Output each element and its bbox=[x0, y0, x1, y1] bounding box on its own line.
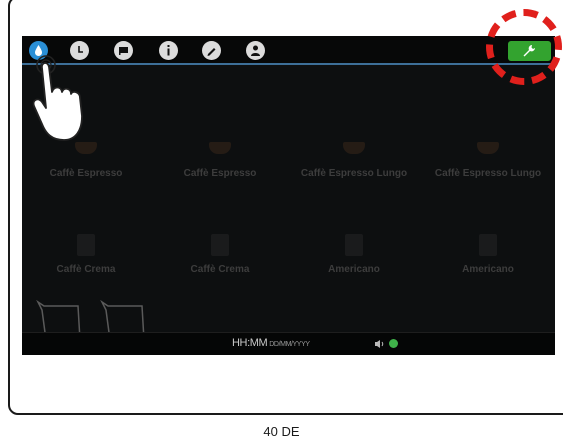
speaker-icon[interactable] bbox=[374, 339, 386, 349]
machine-display: Caffè Espresso Caffè Espresso Caffè Espr… bbox=[22, 36, 555, 355]
drink-label: Caffè Espresso bbox=[183, 168, 257, 179]
time-text: HH:MM bbox=[232, 337, 268, 349]
drink-label: Americano bbox=[462, 264, 514, 275]
glass-icon bbox=[77, 234, 95, 256]
pencil-icon[interactable] bbox=[202, 41, 221, 60]
drink-tile[interactable]: Caffè Crema bbox=[22, 232, 150, 292]
glass-icon bbox=[345, 234, 363, 256]
cup-icon bbox=[209, 142, 231, 154]
drink-label: Caffè Crema bbox=[56, 264, 116, 275]
drink-label: Caffè Espresso Lungo bbox=[300, 168, 408, 179]
drink-tile[interactable]: Caffè Espresso bbox=[22, 136, 150, 196]
drink-label: Caffè Espresso Lungo bbox=[434, 168, 542, 179]
status-bar: HH:MM DD/MM/YYYY bbox=[22, 332, 555, 355]
drink-tile[interactable]: Caffè Espresso Lungo bbox=[424, 136, 552, 196]
cup-icon bbox=[343, 142, 365, 154]
drink-label: Caffè Crema bbox=[190, 264, 250, 275]
drink-tile[interactable]: Caffè Espresso bbox=[156, 136, 284, 196]
drink-tile[interactable]: Americano bbox=[290, 232, 418, 292]
eco-icon[interactable] bbox=[389, 339, 398, 348]
pointing-hand-icon bbox=[32, 55, 83, 141]
highlight-circle bbox=[486, 9, 562, 85]
glass-icon bbox=[211, 234, 229, 256]
drink-label: Caffè Espresso bbox=[49, 168, 123, 179]
date-text: DD/MM/YYYY bbox=[269, 341, 310, 348]
cup-icon bbox=[477, 142, 499, 154]
top-toolbar bbox=[22, 36, 555, 65]
drink-tile[interactable]: Caffè Crema bbox=[156, 232, 284, 292]
page-number: 40 DE bbox=[263, 424, 300, 439]
flag-icon[interactable] bbox=[114, 41, 133, 60]
glass-icon bbox=[479, 234, 497, 256]
info-icon[interactable] bbox=[159, 41, 178, 60]
drink-tile[interactable]: Caffè Espresso Lungo bbox=[290, 136, 418, 196]
user-icon[interactable] bbox=[246, 41, 265, 60]
drink-tile[interactable]: Americano bbox=[424, 232, 552, 292]
clock-display: HH:MM DD/MM/YYYY bbox=[232, 337, 310, 349]
drink-label: Americano bbox=[328, 264, 380, 275]
